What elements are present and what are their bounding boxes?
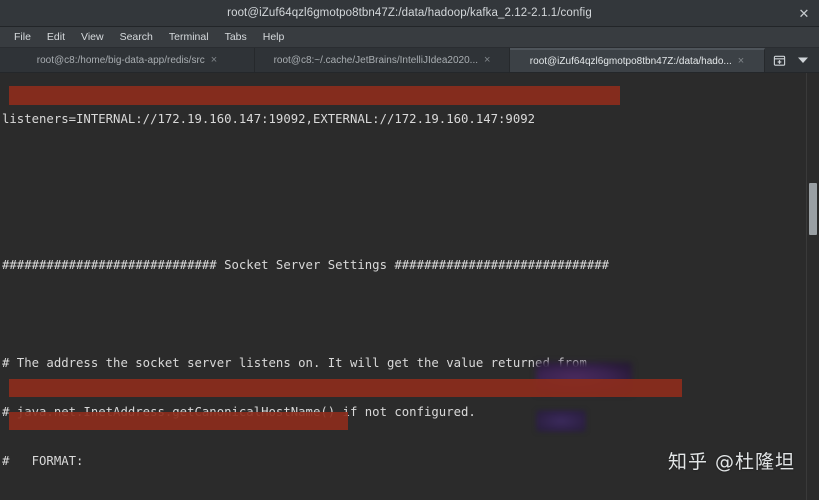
terminal-window: root@iZuf64qzl6gmotpo8tbn47Z:/data/hadoo… xyxy=(0,0,819,500)
tab-close-icon[interactable]: × xyxy=(484,54,490,66)
tab-close-icon[interactable]: × xyxy=(738,55,744,67)
close-icon[interactable]: ✕ xyxy=(795,4,813,22)
menu-item-help[interactable]: Help xyxy=(255,29,293,45)
title-bar: root@iZuf64qzl6gmotpo8tbn47Z:/data/hadoo… xyxy=(0,0,819,27)
tab-label: root@c8:/home/big-data-app/redis/src xyxy=(36,54,205,66)
tab-redis-src[interactable]: root@c8:/home/big-data-app/redis/src × xyxy=(0,48,255,72)
tab-close-icon[interactable]: × xyxy=(211,54,217,66)
vertical-scrollbar[interactable] xyxy=(806,73,819,500)
terminal-output[interactable]: listeners=INTERNAL://172.19.160.147:1909… xyxy=(0,73,806,500)
menu-item-edit[interactable]: Edit xyxy=(39,29,73,45)
tab-label: root@c8:~/.cache/JetBrains/IntelliJIdea2… xyxy=(273,54,478,66)
tab-jetbrains-cache[interactable]: root@c8:~/.cache/JetBrains/IntelliJIdea2… xyxy=(255,48,510,72)
tab-bar-controls xyxy=(765,48,819,72)
tab-label: root@iZuf64qzl6gmotpo8tbn47Z:/data/hado.… xyxy=(529,55,732,67)
terminal-line: listeners=INTERNAL://172.19.160.147:1909… xyxy=(2,111,536,126)
terminal-line: # FORMAT: xyxy=(2,453,84,468)
menu-item-terminal[interactable]: Terminal xyxy=(161,29,217,45)
terminal-line: ############################# Socket Ser… xyxy=(2,258,610,273)
terminal-line: # The address the socket server listens … xyxy=(2,356,587,371)
menu-item-view[interactable]: View xyxy=(73,29,112,45)
menu-item-tabs[interactable]: Tabs xyxy=(217,29,255,45)
terminal-line: # java.net.InetAddress.getCanonicalHostN… xyxy=(2,404,476,419)
menu-item-search[interactable]: Search xyxy=(112,29,161,45)
terminal-body[interactable]: listeners=INTERNAL://172.19.160.147:1909… xyxy=(0,73,819,500)
window-title: root@iZuf64qzl6gmotpo8tbn47Z:/data/hadoo… xyxy=(227,7,592,19)
tab-bar: root@c8:/home/big-data-app/redis/src × r… xyxy=(0,48,819,73)
menu-item-file[interactable]: File xyxy=(6,29,39,45)
redaction-bar-listeners xyxy=(9,86,620,105)
new-tab-icon[interactable] xyxy=(768,50,790,70)
menu-bar: File Edit View Search Terminal Tabs Help xyxy=(0,27,819,48)
chevron-down-icon[interactable] xyxy=(792,50,814,70)
tab-kafka-config[interactable]: root@iZuf64qzl6gmotpo8tbn47Z:/data/hado.… xyxy=(510,48,765,72)
scrollbar-thumb[interactable] xyxy=(809,183,817,235)
redaction-bar-advertised-listeners xyxy=(9,379,682,397)
